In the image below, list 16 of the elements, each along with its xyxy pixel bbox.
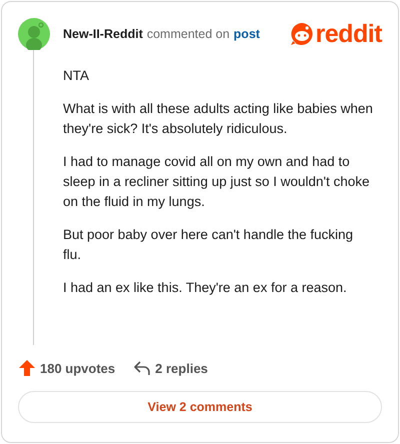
avatar-icon (18, 18, 50, 50)
post-link[interactable]: post (234, 27, 260, 41)
comment-paragraph: NTA (63, 67, 90, 85)
logo-text: reddit (316, 20, 382, 48)
upvote-icon[interactable] (18, 359, 36, 377)
reply-icon[interactable] (133, 360, 152, 376)
comment-paragraph: But poor baby over here can't handle the fucking flu. (63, 226, 354, 264)
view-comments-button[interactable]: View 2 comments (18, 391, 382, 423)
author-name[interactable]: New-II-Reddit (63, 27, 143, 41)
upvote-count: 180 upvotes (40, 360, 116, 376)
alien-icon (290, 22, 314, 46)
action-text: commented on (146, 27, 230, 41)
comment-paragraph: I had an ex like this. They're an ex for a reason. (63, 279, 348, 297)
reply-count: 2 replies (155, 360, 208, 376)
comment-paragraph: I had to manage covid all on my own and had to sleep in a recliner sitting up just so I wouldn't choke on the fluid in my lungs. (63, 153, 370, 211)
comment-paragraph: What is with all these adults acting like babies when they're sick? It's absolutely ridiculous. (63, 100, 373, 138)
